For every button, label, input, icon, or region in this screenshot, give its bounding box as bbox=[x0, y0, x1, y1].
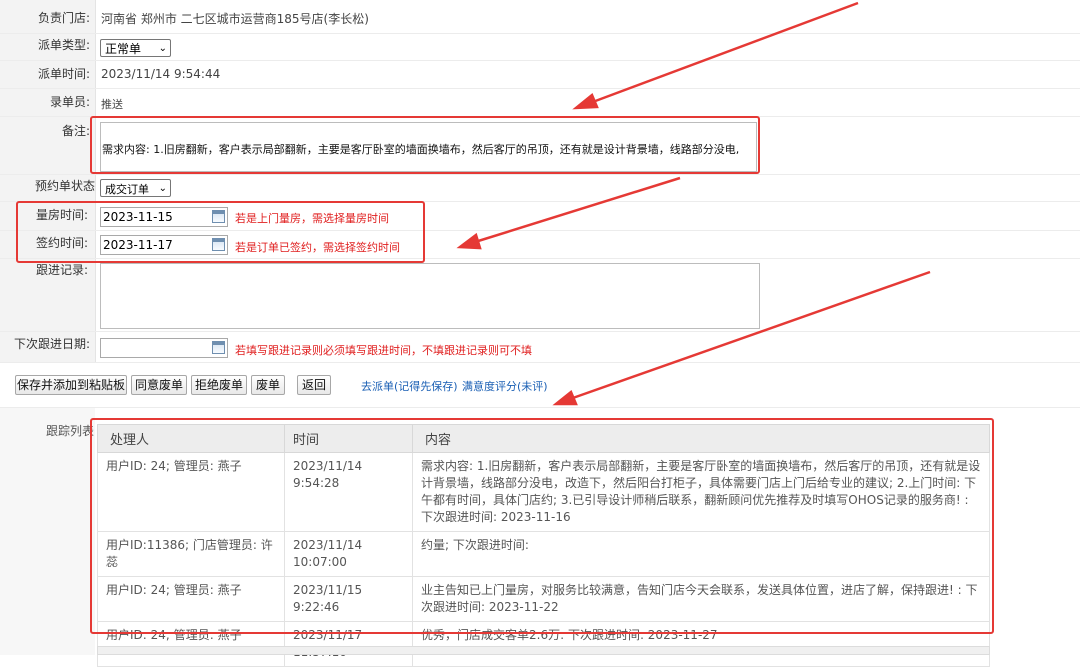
satisfaction-link[interactable]: 满意度评分(未评) bbox=[462, 378, 548, 394]
booking-status-select[interactable]: 成交订单 ⌄ bbox=[100, 179, 171, 197]
next-followup-input[interactable] bbox=[100, 338, 228, 358]
row-divider bbox=[0, 60, 1080, 61]
row-divider bbox=[0, 362, 1080, 363]
store-label: 负责门店: bbox=[37, 11, 90, 25]
annotation-box-remark bbox=[90, 116, 760, 174]
save-clipboard-button[interactable]: 保存并添加到粘贴板 bbox=[15, 375, 127, 395]
row-divider bbox=[0, 174, 1080, 175]
calendar-icon[interactable] bbox=[212, 341, 225, 354]
annotation-box-dates bbox=[16, 201, 425, 263]
reject-void-button[interactable]: 拒绝废单 bbox=[191, 375, 247, 395]
entered-by-value: 推送 bbox=[101, 98, 123, 111]
tracking-label: 跟踪列表 bbox=[45, 424, 94, 438]
next-followup-label: 下次跟进日期: bbox=[13, 337, 90, 351]
dispatch-type-select[interactable]: 正常单 ⌄ bbox=[100, 39, 171, 57]
row-divider bbox=[0, 33, 1080, 34]
dispatch-time-value: 2023/11/14 9:54:44 bbox=[101, 67, 221, 81]
remark-label: 备注: bbox=[61, 124, 90, 138]
booking-status-label: 预约单状态 bbox=[34, 179, 95, 193]
chevron-down-icon: ⌄ bbox=[158, 43, 167, 54]
row-divider bbox=[0, 407, 1080, 408]
dispatch-type-value: 正常单 bbox=[105, 42, 142, 56]
booking-status-value: 成交订单 bbox=[105, 183, 149, 196]
lower-table-edge bbox=[97, 646, 990, 655]
followup-label: 跟进记录: bbox=[35, 263, 88, 277]
go-dispatch-link[interactable]: 去派单(记得先保存) bbox=[361, 378, 458, 394]
void-button[interactable]: 废单 bbox=[251, 375, 285, 395]
entered-by-label: 录单员: bbox=[49, 95, 90, 109]
row-divider bbox=[0, 88, 1080, 89]
arrow-icon bbox=[572, 1, 859, 110]
dispatch-time-label: 派单时间: bbox=[37, 67, 90, 81]
followup-textarea[interactable] bbox=[100, 263, 760, 329]
store-value: 河南省 郑州市 二七区城市运营商185号店(李长松) bbox=[101, 12, 369, 26]
next-followup-hint: 若填写跟进记录则必须填写跟进时间，不填跟进记录则可不填 bbox=[235, 344, 532, 357]
chevron-down-icon: ⌄ bbox=[158, 183, 167, 194]
row-divider bbox=[0, 331, 1080, 332]
label-column-lower bbox=[0, 408, 95, 655]
annotation-box-tracking bbox=[90, 418, 994, 634]
dispatch-type-label: 派单类型: bbox=[37, 38, 90, 52]
back-button[interactable]: 返回 bbox=[297, 375, 331, 395]
agree-void-button[interactable]: 同意废单 bbox=[131, 375, 187, 395]
arrow-icon bbox=[456, 176, 681, 250]
